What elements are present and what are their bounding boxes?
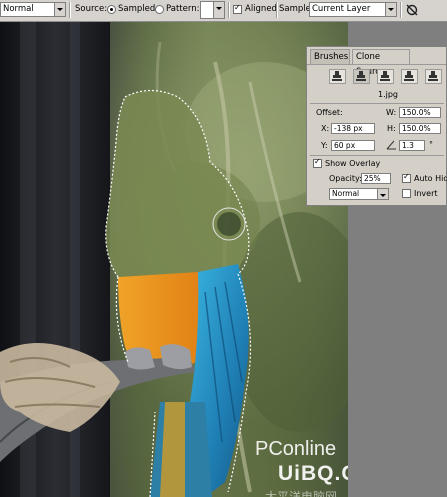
clone-stamp-icon	[428, 71, 438, 81]
divider	[307, 64, 446, 65]
sampled-radio[interactable]	[107, 5, 116, 14]
offset-y-field[interactable]: 60 px	[331, 140, 375, 151]
separator	[69, 2, 71, 18]
invert-label: Invert	[414, 189, 438, 198]
separator	[276, 2, 278, 18]
mode-dropdown[interactable]: Normal	[0, 2, 66, 17]
divider	[310, 155, 444, 156]
chevron-down-icon	[54, 3, 65, 16]
tab-clone-source[interactable]: Clone Source	[352, 49, 410, 77]
watermark-pconline: PConline	[255, 438, 337, 460]
x-label: X:	[321, 124, 330, 133]
clone-stamp-icon	[404, 71, 414, 81]
pattern-label: Pattern:	[166, 4, 200, 14]
show-overlay-label: Show Overlay	[325, 159, 381, 168]
opacity-label: Opacity:	[329, 174, 362, 183]
h-label: H:	[387, 124, 396, 133]
height-scale-field[interactable]: 150.0%	[399, 123, 441, 134]
chevron-down-icon	[377, 189, 388, 199]
separator	[228, 2, 230, 18]
auto-hide-label: Auto Hide	[414, 174, 447, 183]
rotation-angle-field[interactable]: 1.3	[399, 140, 425, 151]
separator	[400, 2, 402, 18]
divider	[310, 103, 444, 104]
tool-options-bar: Normal Source: Sampled Pattern: Aligned …	[0, 0, 447, 22]
aligned-label: Aligned	[245, 4, 277, 14]
watermark-uibq: UiBQ.CoM	[278, 462, 348, 485]
opacity-field[interactable]: 25%	[361, 173, 391, 184]
sample-dropdown[interactable]: Current Layer	[309, 2, 397, 17]
blend-mode-value: Normal	[332, 189, 360, 198]
image-canvas[interactable]: PConline UiBQ.CoM 太平洋电脑网	[0, 22, 348, 497]
degree-unit: °	[429, 140, 433, 149]
clone-source-button-1[interactable]	[329, 69, 346, 84]
clone-stamp-icon	[332, 71, 342, 81]
aligned-checkbox[interactable]	[233, 3, 242, 14]
source-filename: 1.jpg	[378, 90, 399, 99]
pattern-radio[interactable]	[155, 5, 164, 14]
clone-stamp-icon	[356, 71, 366, 81]
invert-checkbox[interactable]	[402, 189, 411, 198]
sampled-label: Sampled	[118, 4, 156, 14]
blend-mode-dropdown[interactable]: Normal	[329, 188, 389, 200]
auto-hide-checkbox[interactable]	[402, 172, 411, 183]
mode-value: Normal	[3, 4, 34, 14]
photo-artwork	[0, 22, 348, 497]
y-label: Y:	[321, 141, 328, 150]
angle-icon	[386, 139, 397, 150]
clone-source-button-3[interactable]	[377, 69, 394, 84]
clone-source-button-4[interactable]	[401, 69, 418, 84]
source-label: Source:	[75, 4, 108, 14]
clone-source-panel: Brushes Clone Source 1.jpg Offset: W: 15…	[306, 46, 447, 206]
width-scale-field[interactable]: 150.0%	[399, 107, 441, 118]
chevron-down-icon	[385, 3, 396, 16]
clone-stamp-icon	[380, 71, 390, 81]
w-label: W:	[386, 108, 397, 117]
clone-source-button-2[interactable]	[353, 69, 370, 84]
ignore-adjustment-layers-icon[interactable]	[405, 3, 419, 17]
clone-source-button-5[interactable]	[425, 69, 442, 84]
watermark-chinese: 太平洋电脑网	[265, 490, 338, 497]
show-overlay-checkbox[interactable]	[313, 157, 322, 168]
offset-label: Offset:	[316, 108, 343, 117]
pattern-picker[interactable]	[200, 1, 225, 19]
sample-value: Current Layer	[312, 4, 371, 14]
offset-x-field[interactable]: -138 px	[331, 123, 375, 134]
chevron-down-icon	[213, 2, 224, 18]
tab-brushes[interactable]: Brushes	[310, 49, 350, 64]
